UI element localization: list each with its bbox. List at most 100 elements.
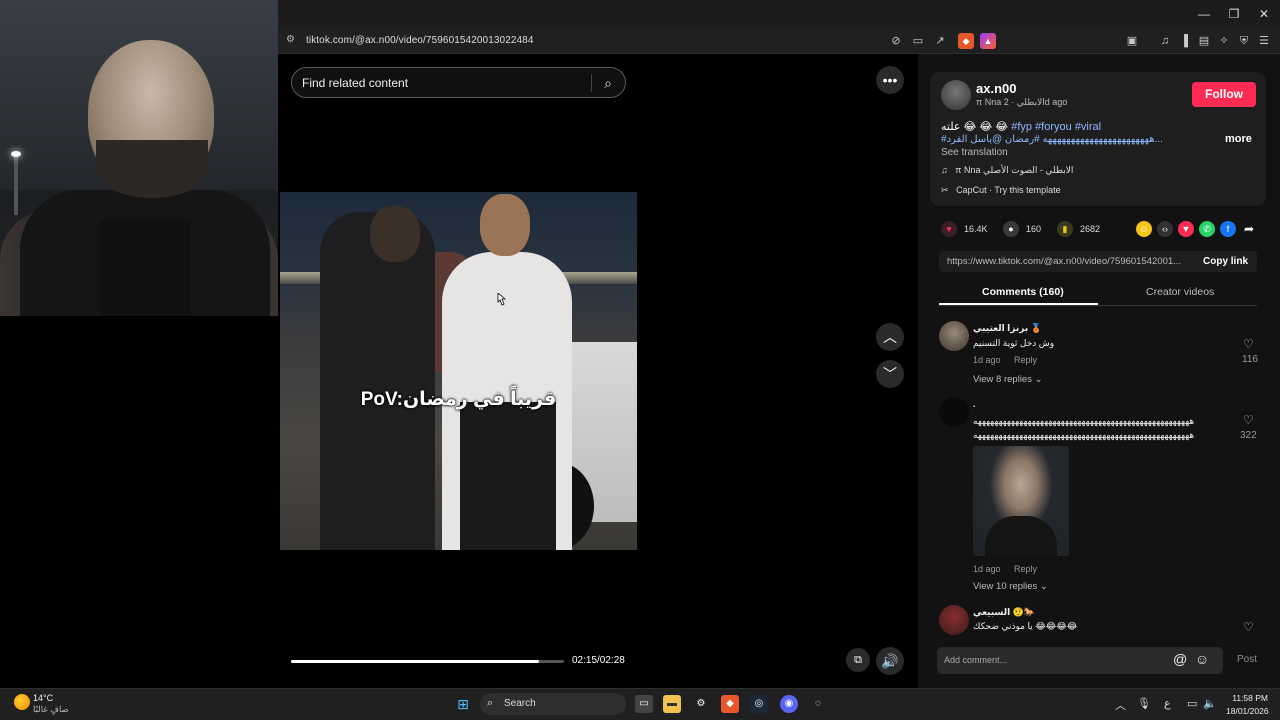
view-replies-button[interactable]: View 10 replies ⌄ (973, 581, 1048, 592)
windows-start-icon[interactable]: ⊞ (454, 695, 472, 713)
comment-author[interactable]: برنزا العتيبي 🥉 (973, 323, 1042, 334)
clock[interactable]: 11:58 PM 18/01/2026 (1226, 693, 1269, 716)
video-frame[interactable]: PoV:قريباً في رمضان (280, 192, 637, 550)
wallet-icon[interactable]: ▤ (1196, 33, 1212, 49)
author-username[interactable]: ax.n00 (976, 81, 1016, 96)
comment-avatar[interactable] (939, 605, 969, 635)
facebook-icon[interactable]: f (1220, 221, 1236, 237)
see-translation-link[interactable]: See translation (941, 147, 1008, 158)
vpn-icon[interactable]: ⛨ (1236, 33, 1252, 49)
network-icon[interactable]: ▭ (1187, 697, 1197, 710)
comment-avatar[interactable] (939, 321, 969, 351)
reader-mode-icon[interactable]: ▣ (1124, 33, 1140, 49)
search-divider (591, 74, 592, 92)
brave-shield-icon[interactable]: ◆ (958, 33, 974, 49)
screen: — ❐ ✕ ⚙ tiktok.com/@ax.n00/video/7596015… (0, 0, 1280, 720)
minimize-button[interactable]: — (1196, 6, 1212, 22)
like-count: 16.4K (964, 224, 988, 234)
follow-button[interactable]: Follow (1192, 82, 1256, 107)
clock-time: 11:58 PM (1232, 693, 1268, 703)
microphone-icon[interactable]: 🎙 (1137, 697, 1151, 710)
view-replies-button[interactable]: View 8 replies ⌄ (973, 374, 1043, 385)
post-button[interactable]: Post (1237, 654, 1257, 665)
music-row[interactable]: ♫ π Nna الابطلي - الصوت الأصلي (941, 165, 1073, 176)
repost-icon[interactable]: ☺ (1136, 221, 1152, 237)
discord-icon[interactable]: ◉ (780, 695, 798, 713)
music-icon[interactable]: ♫ (1157, 33, 1173, 49)
hashtags[interactable]: #fyp #foryou #viral (1011, 121, 1101, 133)
share-arrow-icon[interactable]: ➦ (1241, 221, 1257, 237)
next-video-button[interactable]: ﹀ (876, 360, 904, 388)
language-indicator[interactable]: ع (1164, 697, 1171, 710)
comment-reply-button[interactable]: Reply (1014, 355, 1037, 365)
no-media-icon[interactable]: ⊘ (888, 33, 904, 49)
comment-reply-button[interactable]: Reply (1014, 564, 1037, 574)
brave-rewards-icon[interactable]: ▲ (980, 33, 996, 49)
tray-chevron-icon[interactable]: ︿ (1115, 697, 1126, 713)
comment-image[interactable] (973, 446, 1069, 556)
app-icon[interactable]: ◌ (809, 695, 827, 713)
music-title[interactable]: π Nna الابطلي - الصوت الأصلي (955, 165, 1073, 175)
maximize-button[interactable]: ❐ (1226, 6, 1242, 22)
weather-temp[interactable]: 14°C (33, 693, 53, 703)
tabs-divider (939, 305, 1257, 306)
emoji-icon[interactable]: ☺ (1195, 651, 1209, 667)
more-button[interactable]: more (1225, 133, 1252, 145)
brave-browser-icon[interactable]: ◆ (721, 695, 739, 713)
tab-comments[interactable]: Comments (160) (982, 286, 1064, 298)
comment-text: يا موذني ضحكك 😂😂😂😂 (973, 621, 1078, 631)
address-bar[interactable]: ⚙ tiktok.com/@ax.n00/video/7596015420013… (278, 28, 1280, 54)
share-page-icon[interactable]: ↗ (932, 33, 948, 49)
more-options-button[interactable]: ••• (876, 66, 904, 94)
author-subtitle: π Nna الابطلي · 2d ago (976, 97, 1068, 107)
search-input[interactable]: Find related content ⌕ (291, 67, 626, 98)
menu-icon[interactable]: ☰ (1256, 33, 1272, 49)
whatsapp-icon[interactable]: ✆ (1199, 221, 1215, 237)
video-time: 02:15/02:28 (572, 655, 625, 666)
speaker-icon[interactable]: 🔈 (1203, 697, 1217, 710)
tab-creator-videos[interactable]: Creator videos (1146, 286, 1214, 298)
weather-icon[interactable] (14, 694, 30, 710)
previous-video-button[interactable]: ︿ (876, 323, 904, 351)
description-line-1: علته 😂 😂 😂 #fyp #foryou #viral (941, 120, 1101, 133)
video-progress-bar[interactable] (291, 660, 564, 663)
cast-icon[interactable]: ▭ (910, 33, 926, 49)
file-explorer-icon[interactable]: ▬ (663, 695, 681, 713)
search-icon[interactable]: ⌕ (598, 73, 618, 93)
comment-author[interactable]: السبيعي 🤨🐎 (973, 607, 1035, 618)
taskbar-search-icon: ⌕ (487, 697, 494, 709)
embed-icon[interactable]: ‹› (1157, 221, 1173, 237)
comment-icon[interactable]: ● (1003, 221, 1019, 237)
steam-tray-icon[interactable]: ⚙ (692, 695, 710, 713)
comment-like-count: 116 (1242, 354, 1258, 365)
task-view-icon[interactable]: ▭ (635, 695, 653, 713)
comment-like-icon[interactable]: ♡ (1243, 413, 1254, 427)
comment-like-icon[interactable]: ♡ (1243, 620, 1254, 634)
mention-icon[interactable]: @ (1173, 651, 1187, 667)
close-window-button[interactable]: ✕ (1256, 6, 1272, 22)
capcut-row[interactable]: ✂ CapCut · Try this template (941, 185, 1061, 196)
taskbar-search[interactable]: ⌕ Search (480, 693, 626, 715)
comment-like-count: 322 (1240, 430, 1257, 441)
comment-count: 160 (1026, 224, 1042, 234)
share-link-text[interactable]: https://www.tiktok.com/@ax.n00/video/759… (947, 256, 1181, 267)
sidebar-icon[interactable]: ▐ (1176, 33, 1192, 49)
leo-ai-icon[interactable]: ✧ (1216, 33, 1232, 49)
capcut-label[interactable]: CapCut · Try this template (956, 185, 1061, 195)
site-info-icon[interactable]: ⚙ (286, 34, 295, 45)
description-line-2[interactable]: #هههههههههههههههههههههههه #رمضان @ياسل ا… (941, 134, 1211, 145)
comment-like-icon[interactable]: ♡ (1243, 337, 1254, 351)
weather-status[interactable]: صافٍ غالبًا (33, 704, 69, 715)
author-avatar[interactable] (941, 80, 971, 110)
comment-avatar[interactable] (939, 397, 969, 427)
url-text[interactable]: tiktok.com/@ax.n00/video/759601542001302… (306, 35, 534, 46)
bookmark-icon[interactable]: ▮ (1057, 221, 1073, 237)
copy-link-button[interactable]: Copy link (1203, 256, 1248, 267)
send-to-friends-icon[interactable]: ▼ (1178, 221, 1194, 237)
steam-icon[interactable]: ◎ (750, 695, 768, 713)
miniplayer-button[interactable]: ⧉ (846, 648, 870, 672)
tab-active-indicator (939, 303, 1098, 305)
volume-button[interactable]: 🔊 (876, 647, 904, 675)
like-icon[interactable]: ♥ (941, 221, 957, 237)
comment-author[interactable]: . (973, 399, 976, 409)
